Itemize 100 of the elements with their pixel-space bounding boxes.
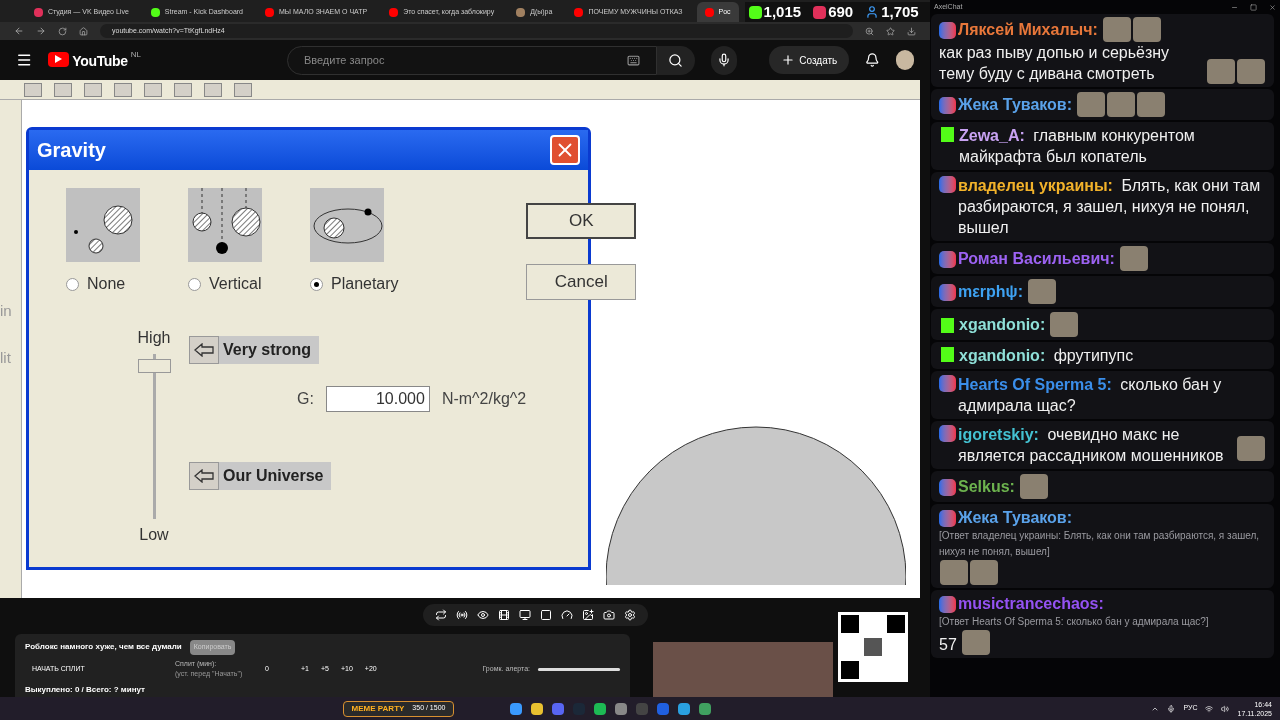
search-button[interactable]	[656, 45, 695, 75]
radio-button[interactable]	[66, 277, 79, 291]
toolbar-tool-icon[interactable]	[234, 82, 252, 97]
network-icon[interactable]	[1205, 704, 1214, 713]
tab-favicon-icon	[34, 7, 43, 17]
toolbar-tool-icon[interactable]	[144, 82, 162, 97]
slider-thumb[interactable]	[137, 358, 171, 373]
taskbar-app-icon[interactable]	[510, 702, 523, 715]
kick-logo-icon	[941, 318, 954, 333]
reply-quote: [Ответ Hearts Of Sperma 5: сколько бан у адмирала щас?]	[939, 615, 1210, 629]
search-field[interactable]: Введите запрос	[286, 45, 657, 75]
slider-label: High	[137, 328, 171, 348]
chat-author: mεrphψ:	[958, 282, 1023, 302]
site-logo[interactable]: YouTube	[72, 50, 128, 72]
emote-image	[1107, 92, 1136, 117]
preset-button[interactable]: Our Universe	[189, 462, 332, 490]
emote-image	[1237, 436, 1265, 461]
home-icon[interactable]	[79, 26, 88, 36]
taskbar-app-icon[interactable]	[678, 702, 691, 715]
qr-code-drawing	[838, 612, 908, 682]
cancel-button[interactable]: Cancel	[526, 264, 637, 300]
tab-favicon-icon	[516, 7, 526, 17]
live-badge-icon	[939, 509, 956, 527]
download-icon[interactable]	[907, 26, 916, 36]
kick-logo-icon	[941, 127, 954, 142]
slider-label: Low	[139, 525, 169, 545]
preset-button[interactable]: Very strong	[189, 336, 320, 364]
tab-favicon-icon	[389, 7, 399, 17]
chat-message: igoretskiy: очевидно макс не является рассадником мошенников	[958, 425, 1225, 466]
toolbar-tool-icon[interactable]	[114, 82, 132, 97]
radio-button[interactable]	[188, 277, 201, 291]
region-code: NL	[130, 48, 141, 61]
settings-icon[interactable]	[623, 609, 636, 621]
taskbar-app-icon[interactable]	[699, 702, 712, 715]
toolbar-tool-icon[interactable]	[204, 82, 222, 97]
taskbar-app-icon[interactable]	[615, 702, 628, 715]
live-badge-icon	[939, 283, 956, 301]
tab-favicon-icon	[150, 7, 160, 17]
zoom-icon[interactable]	[865, 26, 874, 36]
alert-volume-slider[interactable]	[538, 667, 620, 671]
close-icon[interactable]	[1269, 3, 1276, 11]
taskbar-app-icon[interactable]	[531, 702, 544, 715]
live-badge-icon	[939, 595, 956, 613]
stream-title: Роблокс намного хуже, чем все думали	[25, 641, 182, 654]
radio-label: Planetary	[331, 274, 399, 294]
chat-message: xgandonio: фрутипупс	[959, 346, 1134, 366]
chat-author: musictrancechaos:	[958, 594, 1104, 614]
slider-track[interactable]	[137, 354, 171, 519]
voice-search-button[interactable]	[710, 45, 738, 75]
live-badge-icon	[939, 375, 956, 392]
create-button[interactable]: Создать	[769, 46, 850, 74]
toolbar-tool-icon[interactable]	[84, 82, 102, 97]
emote-image	[1237, 59, 1265, 84]
clapperboard-icon[interactable]	[497, 609, 510, 621]
emote-image	[1077, 92, 1106, 117]
screen-icon[interactable]	[518, 609, 531, 621]
chat-author: Ляксей Михалыч:	[958, 20, 1098, 40]
chat-author: Жека Туваков:	[958, 95, 1073, 115]
chat-author: xgandonio:	[959, 315, 1046, 335]
add-image-icon[interactable]	[581, 609, 594, 621]
microphone-icon	[717, 53, 732, 67]
back-icon[interactable]	[14, 26, 24, 36]
volume-icon[interactable]	[1221, 704, 1230, 713]
camera-icon[interactable]	[602, 609, 615, 621]
broadcast-icon[interactable]	[455, 609, 468, 621]
close-button[interactable]	[550, 135, 580, 165]
stat-count: 1,705	[881, 1, 919, 22]
radio-button[interactable]	[310, 277, 323, 291]
stat-count: 690	[828, 1, 854, 22]
forward-icon[interactable]	[36, 26, 46, 36]
toolbar-tool-icon[interactable]	[174, 82, 192, 97]
gauge-icon[interactable]	[560, 609, 573, 621]
chat-author: Роман Васильевич:	[958, 249, 1115, 269]
live-badge-icon	[939, 176, 956, 193]
tab-favicon-icon	[704, 7, 714, 17]
emote-image	[961, 630, 990, 655]
microphone-icon[interactable]	[1167, 704, 1176, 713]
live-logo-icon	[813, 5, 827, 19]
ok-button[interactable]: OK	[526, 203, 637, 239]
keyboard-icon[interactable]	[626, 53, 640, 67]
live-badge-icon	[939, 425, 956, 442]
reload-icon[interactable]	[58, 26, 67, 36]
toolbar-tool-icon[interactable]	[24, 82, 42, 97]
avatar-icon[interactable]	[895, 50, 914, 70]
maximize-icon[interactable]	[1250, 3, 1257, 11]
search-icon	[668, 52, 684, 68]
bookmark-star-icon[interactable]	[886, 26, 895, 36]
frame-icon[interactable]	[539, 609, 552, 621]
taskbar-app-icon[interactable]	[594, 702, 607, 715]
g-input-field[interactable]: 10.000	[325, 386, 430, 412]
emote-image	[1132, 17, 1161, 42]
emote-image	[1019, 474, 1048, 499]
radio-label: Vertical	[209, 274, 262, 294]
eye-icon[interactable]	[476, 609, 489, 621]
g-label: G:	[297, 389, 314, 409]
live-badge-icon	[939, 96, 956, 114]
emote-image	[970, 560, 998, 585]
notifications-icon[interactable]	[865, 52, 880, 68]
toolbar-tool-icon[interactable]	[54, 82, 72, 97]
swap-icon[interactable]	[434, 609, 447, 621]
